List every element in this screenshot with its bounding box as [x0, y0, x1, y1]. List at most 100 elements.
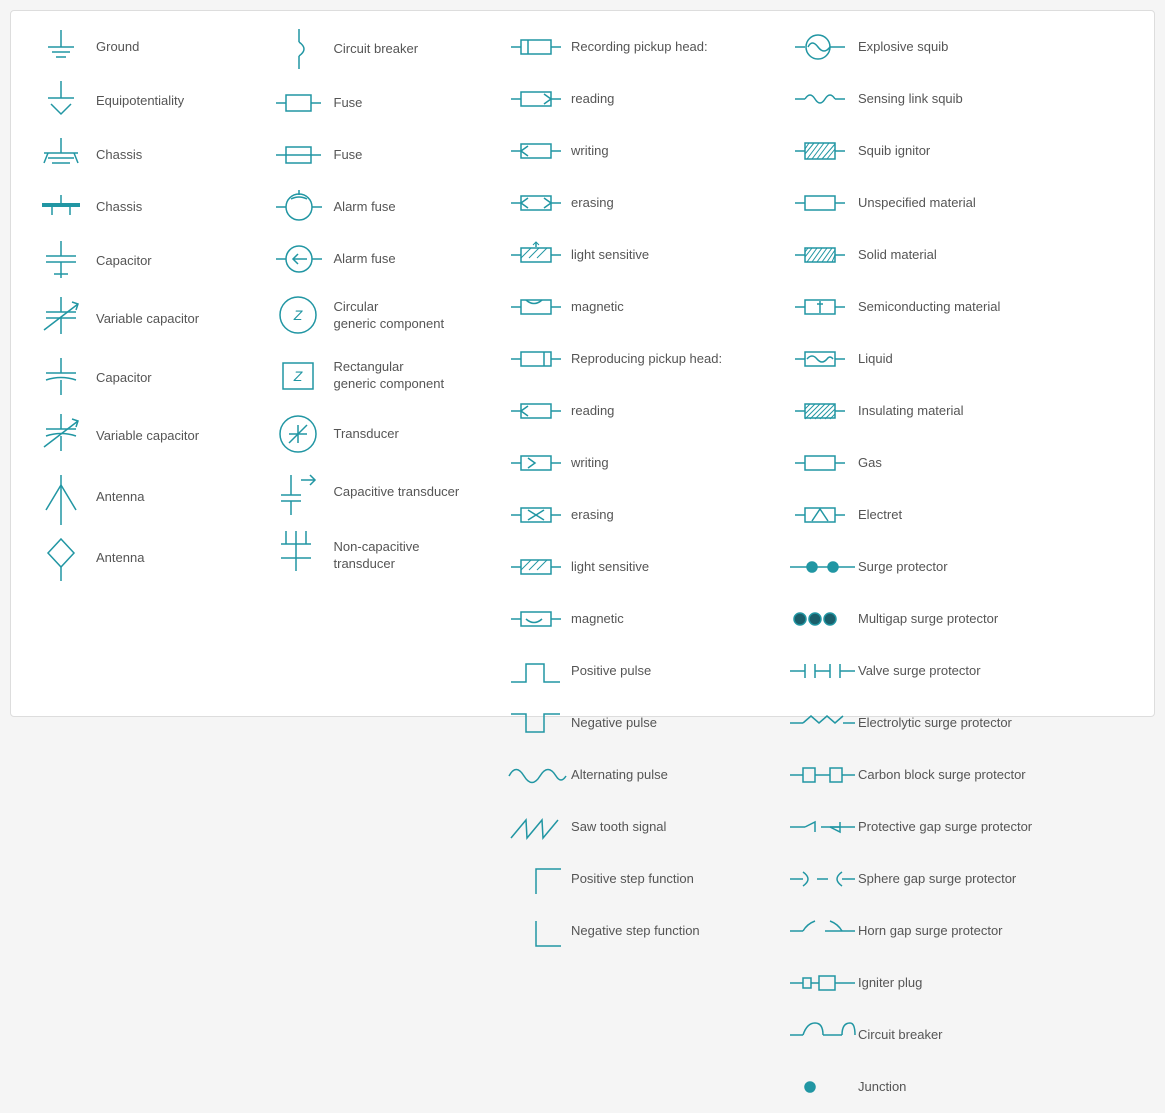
saw-tooth-row: Saw tooth signal [501, 801, 768, 853]
rec-erasing-row: erasing [501, 177, 768, 229]
capacitive-transducer-row: Capacitive transducer [264, 462, 482, 523]
electrolytic-surge-symbol [788, 708, 858, 738]
carbon-block-surge-row: Carbon block surge protector [788, 749, 1139, 801]
valve-surge-row: Valve surge protector [788, 645, 1139, 697]
circuit-breaker2-row: Circuit breaker [788, 1009, 1139, 1061]
igniter-plug-symbol [788, 968, 858, 998]
antenna1-row: Antenna [26, 467, 244, 528]
junction-symbol [788, 1075, 858, 1100]
semiconducting-material-row: Semiconducting material [788, 281, 1139, 333]
positive-pulse-row: Positive pulse [501, 645, 768, 697]
electret-symbol [788, 501, 858, 529]
rep-writing-row: writing [501, 437, 768, 489]
recording-head-row: Recording pickup head: [501, 21, 768, 73]
reproducing-head-symbol [501, 344, 571, 374]
insulating-material-row: Insulating material [788, 385, 1139, 437]
chassis1-row: Chassis [26, 129, 244, 181]
positive-step-symbol [501, 859, 571, 899]
capacitor1-label: Capacitor [96, 253, 152, 270]
rectangular-generic-label: Rectangular generic component [334, 359, 445, 393]
equipotentiality-symbol [26, 76, 96, 126]
rep-erasing-label: erasing [571, 507, 614, 524]
positive-step-label: Positive step function [571, 871, 694, 888]
rep-reading-row: reading [501, 385, 768, 437]
surge-protector-row: Surge protector [788, 541, 1139, 593]
liquid-symbol [788, 345, 858, 373]
rec-light-row: light sensitive [501, 229, 768, 281]
variable-capacitor1-label: Variable capacitor [96, 311, 199, 328]
capacitor2-row: Capacitor [26, 350, 244, 406]
chassis1-symbol [26, 133, 96, 178]
rep-light-symbol [501, 552, 571, 582]
rec-reading-label: reading [571, 91, 614, 108]
horn-gap-surge-row: Horn gap surge protector [788, 905, 1139, 957]
squib-ignitor-row: Squib ignitor [788, 125, 1139, 177]
solid-material-symbol [788, 241, 858, 269]
svg-text:Z: Z [293, 368, 303, 384]
antenna1-label: Antenna [96, 489, 144, 506]
equipotentiality-label: Equipotentiality [96, 93, 184, 110]
variable-capacitor2-row: Variable capacitor [26, 406, 244, 467]
capacitor1-symbol [26, 236, 96, 286]
electret-label: Electret [858, 507, 902, 524]
surge-protector-symbol [788, 553, 858, 581]
transducer-label: Transducer [334, 426, 399, 443]
alarm-fuse1-symbol [264, 185, 334, 230]
horn-gap-surge-symbol [788, 916, 858, 946]
alternating-pulse-symbol [501, 758, 571, 793]
alarm-fuse2-row: Alarm fuse [264, 233, 482, 285]
semiconducting-material-symbol [788, 293, 858, 321]
variable-capacitor1-symbol [26, 292, 96, 347]
rep-writing-symbol [501, 449, 571, 477]
antenna2-row: Antenna [26, 528, 244, 589]
fuse2-symbol [264, 135, 334, 175]
reproducing-head-label: Reproducing pickup head: [571, 351, 722, 368]
valve-surge-symbol [788, 656, 858, 686]
positive-step-row: Positive step function [501, 853, 768, 905]
non-capacitive-transducer-row: Non-capacitive transducer [264, 523, 482, 589]
junction-label: Junction [858, 1079, 906, 1096]
rep-light-label: light sensitive [571, 559, 649, 576]
igniter-plug-label: Igniter plug [858, 975, 922, 992]
positive-pulse-label: Positive pulse [571, 663, 651, 680]
electrolytic-surge-label: Electrolytic surge protector [858, 715, 1012, 732]
saw-tooth-label: Saw tooth signal [571, 819, 666, 836]
sensing-link-squib-row: Sensing link squib [788, 73, 1139, 125]
capacitive-transducer-symbol [264, 465, 334, 520]
insulating-material-label: Insulating material [858, 403, 964, 420]
capacitor1-row: Capacitor [26, 233, 244, 289]
antenna2-symbol [26, 531, 96, 586]
rec-magnetic-row: magnetic [501, 281, 768, 333]
circuit-breaker-row: Circuit breaker [264, 21, 482, 77]
ground-row: Ground [26, 21, 244, 73]
ground-label: Ground [96, 39, 139, 56]
rec-light-symbol [501, 240, 571, 270]
circular-generic-row: Z Circular generic component [264, 285, 482, 346]
equipotentiality-row: Equipotentiality [26, 73, 244, 129]
chassis2-label: Chassis [96, 199, 142, 216]
fuse1-row: Fuse [264, 77, 482, 129]
capacitor2-symbol [26, 353, 96, 403]
capacitive-transducer-label: Capacitive transducer [334, 484, 460, 501]
recording-head-symbol [501, 32, 571, 62]
rec-writing-label: writing [571, 143, 609, 160]
non-capacitive-transducer-label: Non-capacitive transducer [334, 539, 420, 573]
explosive-squib-label: Explosive squib [858, 39, 948, 56]
protective-gap-surge-label: Protective gap surge protector [858, 819, 1032, 836]
circuit-breaker2-symbol [788, 1018, 858, 1053]
unspecified-material-label: Unspecified material [858, 195, 976, 212]
squib-ignitor-symbol [788, 135, 858, 167]
rec-erasing-symbol [501, 189, 571, 217]
carbon-block-surge-symbol [788, 758, 858, 793]
rep-erasing-symbol [501, 501, 571, 529]
electrolytic-surge-row: Electrolytic surge protector [788, 697, 1139, 749]
alarm-fuse2-symbol [264, 237, 334, 282]
capacitor2-label: Capacitor [96, 370, 152, 387]
solid-material-label: Solid material [858, 247, 937, 264]
rec-writing-row: writing [501, 125, 768, 177]
igniter-plug-row: Igniter plug [788, 957, 1139, 1009]
antenna1-symbol [26, 470, 96, 525]
rec-magnetic-symbol [501, 293, 571, 321]
variable-capacitor1-row: Variable capacitor [26, 289, 244, 350]
multigap-surge-label: Multigap surge protector [858, 611, 998, 628]
